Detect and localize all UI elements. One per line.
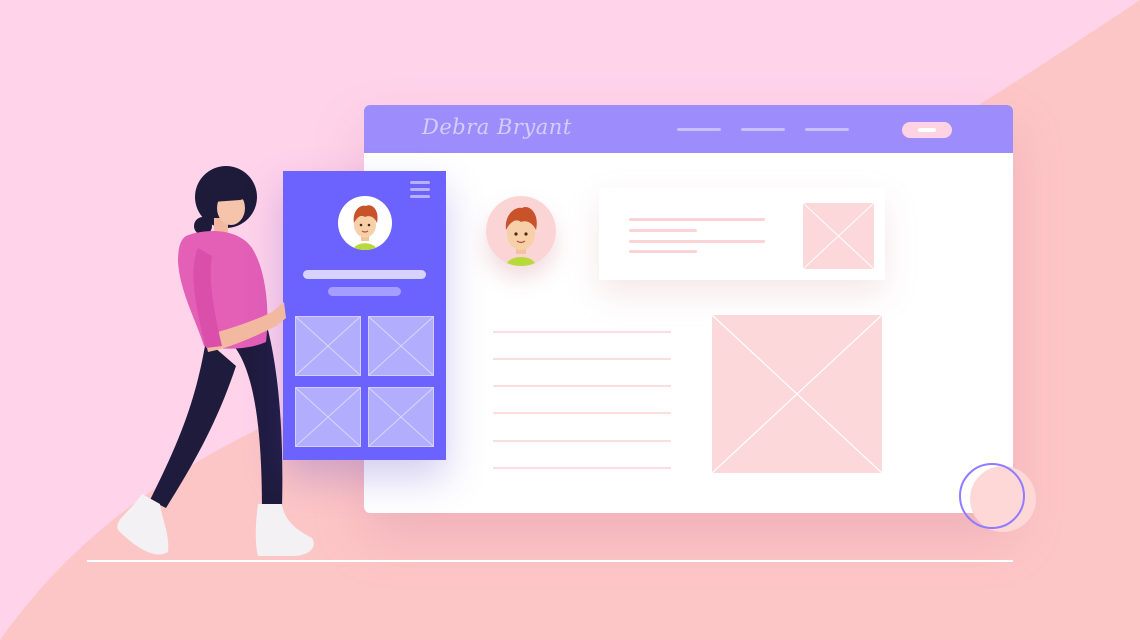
woman-arm	[193, 248, 286, 352]
illustration-scene: Debra Bryant	[0, 0, 1140, 640]
